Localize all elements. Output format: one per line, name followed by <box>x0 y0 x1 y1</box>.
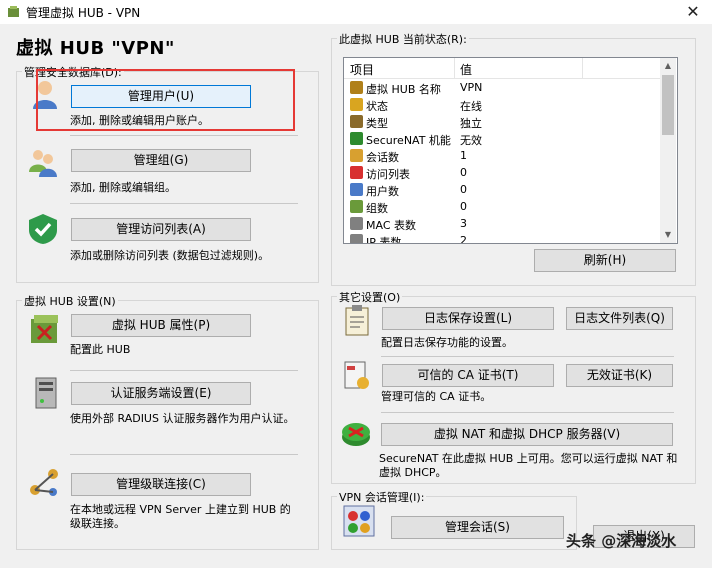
other-settings-label: 其它设置(O) <box>337 289 403 305</box>
table-row[interactable]: 组数 0 <box>344 198 660 215</box>
row-key: MAC 表数 <box>366 219 416 232</box>
page-title: 虚拟 HUB "VPN" <box>16 38 175 59</box>
row-value: 0 <box>460 200 467 213</box>
cascade-connection-desc: 在本地或远程 VPN Server 上建立到 HUB 的级联连接。 <box>70 503 291 530</box>
close-icon[interactable]: ✕ <box>683 2 703 21</box>
row-key: 状态 <box>366 100 388 113</box>
row-key: 组数 <box>366 202 388 215</box>
scrollbar-thumb[interactable] <box>662 75 674 135</box>
watermark: 头条 @深海淡水 <box>566 532 677 550</box>
hub-properties-icon <box>31 315 58 343</box>
table-row[interactable]: 类型 独立 <box>344 113 660 130</box>
nat-desc: SecureNAT 在此虚拟 HUB 上可用。您可以运行虚拟 NAT 和虚拟 D… <box>379 452 678 479</box>
log-file-list-button[interactable]: 日志文件列表(Q) <box>566 307 673 330</box>
table-row[interactable]: IP 表数 2 <box>344 232 660 244</box>
row-key: 会话数 <box>366 151 399 164</box>
group-icon <box>350 200 363 213</box>
row-value: 无效 <box>460 134 482 147</box>
row-value: 在线 <box>460 100 482 113</box>
row-key: 用户数 <box>366 185 399 198</box>
access-list-desc: 添加或删除访问列表 (数据包过滤规则)。 <box>70 249 270 262</box>
session-icon <box>350 149 363 162</box>
divider <box>70 454 298 455</box>
table-row[interactable]: 虚拟 HUB 名称 VPN <box>344 79 660 96</box>
row-value: 2 <box>460 234 467 244</box>
row-value: 0 <box>460 183 467 196</box>
table-row[interactable]: 访问列表 0 <box>344 164 660 181</box>
certificate-icon <box>344 361 369 389</box>
log-save-settings-button[interactable]: 日志保存设置(L) <box>382 307 554 330</box>
hub-properties-button[interactable]: 虚拟 HUB 属性(P) <box>71 314 251 337</box>
table-row[interactable]: 会话数 1 <box>344 147 660 164</box>
manage-groups-desc: 添加, 删除或编辑组。 <box>70 181 176 194</box>
gear-icon <box>350 234 363 243</box>
cascade-connection-icon <box>30 469 58 496</box>
table-row[interactable]: SecureNAT 机能 无效 <box>344 130 660 147</box>
vpn-sessions-label: VPN 会话管理(I): <box>337 489 427 505</box>
app-icon <box>8 6 19 17</box>
user-icon <box>350 183 363 196</box>
divider <box>70 135 298 136</box>
auth-server-desc: 使用外部 RADIUS 认证服务器作为用户认证。 <box>70 412 295 425</box>
sessions-icon <box>343 505 375 537</box>
gear-icon <box>350 217 363 230</box>
manage-groups-button[interactable]: 管理组(G) <box>71 149 251 172</box>
row-key: IP 表数 <box>366 236 402 244</box>
row-key: 类型 <box>366 117 388 130</box>
divider <box>381 412 674 413</box>
refresh-button[interactable]: 刷新(H) <box>534 249 676 272</box>
cascade-connection-button[interactable]: 管理级联连接(C) <box>71 473 251 496</box>
row-key: 访问列表 <box>366 168 410 181</box>
column-value[interactable]: 值 <box>460 61 472 78</box>
divider <box>381 356 674 357</box>
hub-settings-label: 虚拟 HUB 设置(N) <box>22 293 118 309</box>
status-list-header: 项目 值 <box>344 58 660 79</box>
scrollbar[interactable]: ▲ ▼ <box>660 58 676 243</box>
table-row[interactable]: 用户数 0 <box>344 181 660 198</box>
row-value: 1 <box>460 149 467 162</box>
auth-server-button[interactable]: 认证服务端设置(E) <box>71 382 251 405</box>
router-icon <box>350 132 363 145</box>
clipboard-icon <box>345 305 369 336</box>
scroll-down-icon[interactable]: ▼ <box>660 227 676 243</box>
row-value: 0 <box>460 166 467 179</box>
window-title: 管理虚拟 HUB - VPN <box>26 6 141 20</box>
row-value: 独立 <box>460 117 482 130</box>
manage-access-list-button[interactable]: 管理访问列表(A) <box>71 218 251 241</box>
hub-icon <box>350 81 363 94</box>
check-shield-icon <box>29 214 57 244</box>
revoked-certs-button[interactable]: 无效证书(K) <box>566 364 673 387</box>
row-value: VPN <box>460 81 483 94</box>
divider <box>70 203 298 204</box>
status-icon <box>350 98 363 111</box>
column-item[interactable]: 项目 <box>350 61 374 78</box>
ca-desc: 管理可信的 CA 证书。 <box>381 390 492 403</box>
group-icon <box>29 150 57 177</box>
title-bar: 管理虚拟 HUB - VPN ✕ <box>0 0 712 24</box>
row-key: SecureNAT 机能 <box>366 134 451 147</box>
table-row[interactable]: MAC 表数 3 <box>344 215 660 232</box>
router-icon <box>342 423 370 446</box>
manage-sessions-button[interactable]: 管理会话(S) <box>391 516 564 539</box>
hub-properties-desc: 配置此 HUB <box>70 343 131 356</box>
scroll-up-icon[interactable]: ▲ <box>660 58 676 74</box>
highlight-box <box>36 69 295 131</box>
table-row[interactable]: 状态 在线 <box>344 96 660 113</box>
type-icon <box>350 115 363 128</box>
status-list[interactable]: 项目 值 虚拟 HUB 名称 VPN 状态 在线 类型 独立 SecureNAT 机能 无效会… <box>343 57 678 244</box>
divider <box>70 370 298 371</box>
trusted-ca-button[interactable]: 可信的 CA 证书(T) <box>382 364 554 387</box>
log-desc: 配置日志保存功能的设置。 <box>381 336 513 349</box>
status-label: 此虚拟 HUB 当前状态(R): <box>337 31 469 47</box>
virtual-nat-dhcp-button[interactable]: 虚拟 NAT 和虚拟 DHCP 服务器(V) <box>381 423 673 446</box>
server-icon <box>35 377 57 409</box>
no-entry-icon <box>350 166 363 179</box>
row-key: 虚拟 HUB 名称 <box>366 83 441 96</box>
row-value: 3 <box>460 217 467 230</box>
